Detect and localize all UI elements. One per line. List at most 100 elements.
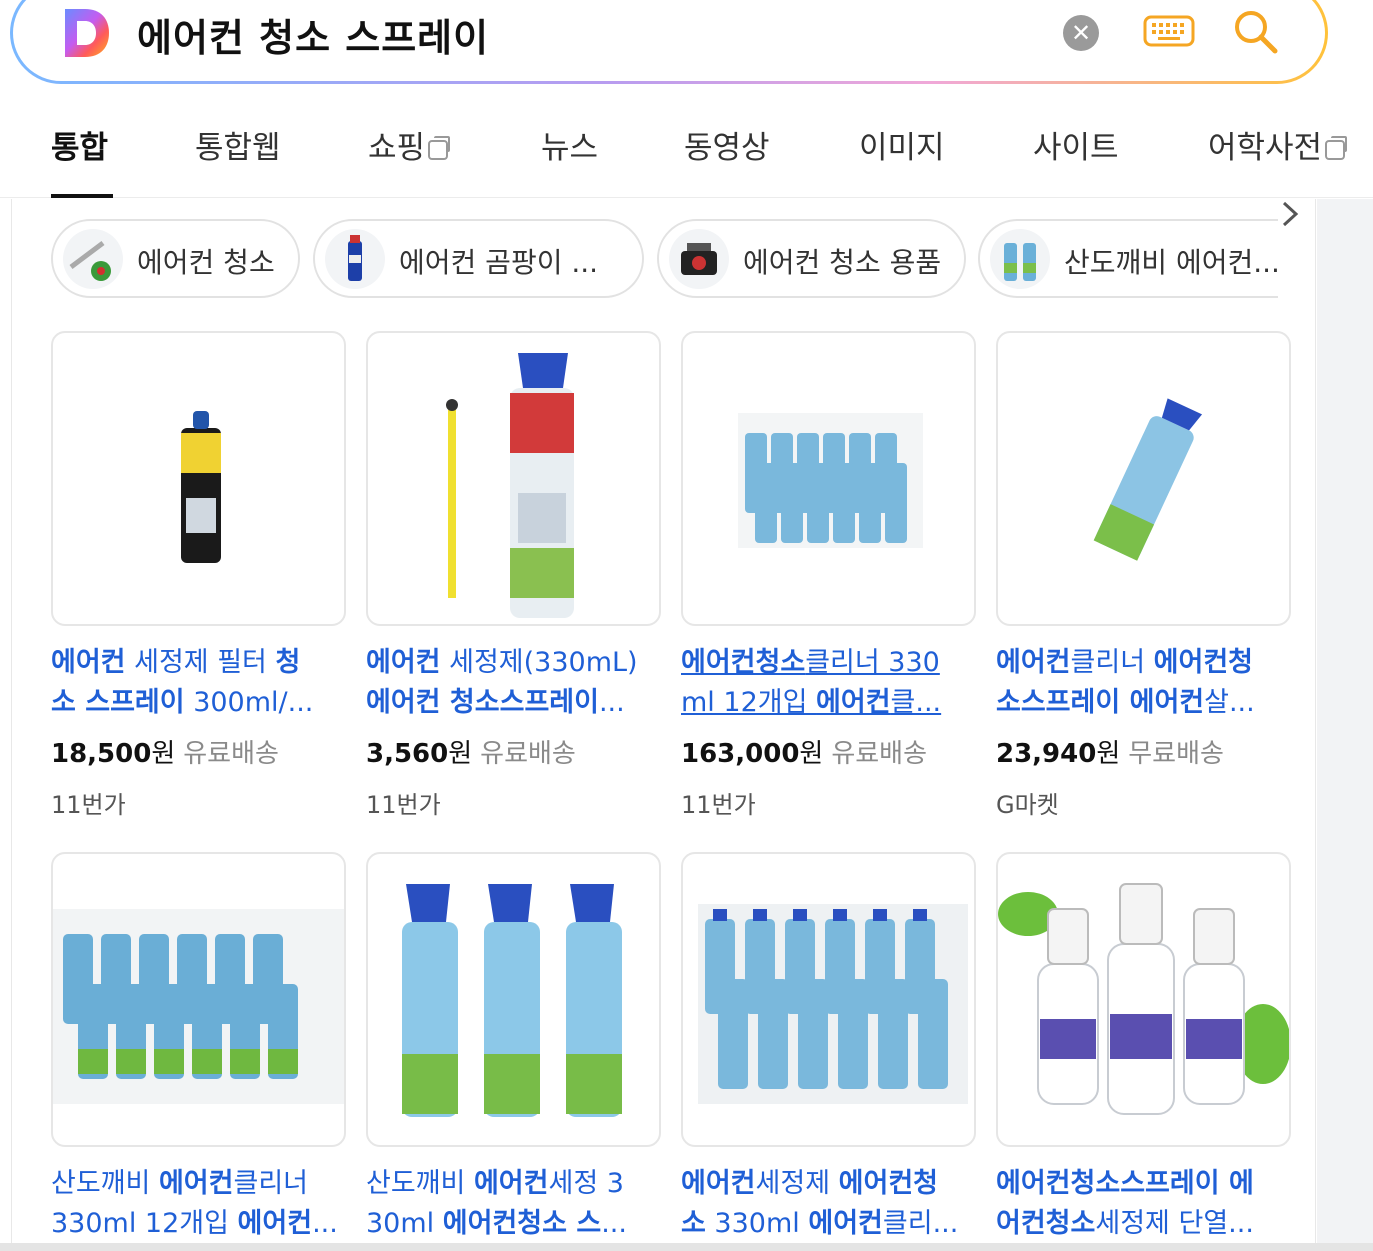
product-image[interactable] [996,852,1291,1147]
tab-label: 뉴스 [541,130,599,166]
daum-d-logo[interactable] [61,5,111,61]
currency: 원 [151,739,176,769]
product-title-line: 소스프레이 에어컨살... [996,687,1255,718]
shopping-results-panel: 에어컨 청소 에어컨 곰팡이 ... 에어컨 청소 용품 산도깨비 에어컨...… [11,199,1316,1251]
product-title[interactable]: 산도깨비 에어컨클리너 330ml 12개입 에어컨... [51,1164,356,1244]
tab-video[interactable]: 동영상 [684,122,770,167]
product-title[interactable]: 에어컨세정제 에어컨청 소 330ml 에어컨클리... [681,1164,986,1244]
related-chip[interactable]: 산도깨비 에어컨... [978,219,1278,298]
product-image[interactable] [681,852,976,1147]
product-title-line: 산도깨비 에어컨클리너 [51,1168,309,1199]
tab-label: 쇼핑 [368,130,426,166]
horizontal-scrollbar[interactable] [0,1243,1373,1251]
related-chip[interactable]: 에어컨 곰팡이 ... [313,219,644,298]
product-title[interactable]: 에어컨청소스프레이 에 어컨청소세정제 단열... [996,1164,1301,1244]
brush-tool-image [69,241,111,281]
product-title-line: 330ml 12개입 에어컨... [51,1208,338,1239]
currency: 원 [448,739,473,769]
chip-thumbnail [669,229,729,289]
three-cans-image [402,884,622,1117]
chip-label: 에어컨 청소 용품 [743,246,942,279]
chip-label: 산도깨비 에어컨... [1064,246,1278,279]
tab-images[interactable]: 이미지 [859,122,945,167]
shipping-label: 유료배송 [831,739,928,769]
product-title-line: 30ml 에어컨청소 스... [366,1208,627,1239]
active-tab-indicator [51,194,113,198]
tab-integrated-web[interactable]: 통합웹 [195,122,281,167]
external-link-icon [1325,135,1348,160]
trigger-spray-bottles-image [998,883,1289,1115]
tab-integrated[interactable]: 통합 [51,122,108,167]
product-title[interactable]: 에어컨 세정제(330mL) 에어컨 청소스프레이... [366,643,671,723]
single-can-image [181,411,221,563]
mall-name[interactable]: 11번가 [366,785,441,820]
search-icon[interactable] [1231,7,1281,57]
tab-sites[interactable]: 사이트 [1033,122,1119,167]
tab-shopping[interactable]: 쇼핑 [368,122,451,167]
shipping-label: 무료배송 [1128,739,1224,769]
tab-label: 동영상 [684,130,770,166]
product-title-line: 에어컨세정제 에어컨청 [681,1168,939,1199]
related-chip[interactable]: 에어컨 청소 [51,219,300,298]
product-price: 23,940 [996,739,1097,769]
related-chip[interactable]: 에어컨 청소 용품 [657,219,966,298]
product-image[interactable] [51,331,346,626]
product-title-line: 어컨청소세정제 단열... [996,1208,1254,1239]
product-price: 163,000 [681,739,800,769]
mall-name[interactable]: G마켓 [996,785,1059,820]
tab-label: 어학사전 [1208,130,1323,166]
product-price: 3,560 [366,739,449,769]
currency: 원 [799,739,824,769]
product-title[interactable]: 에어컨청소클리너 330 ml 12개입 에어컨클... [681,643,986,723]
product-title-line: 소 330ml 에어컨클리... [681,1208,959,1239]
search-bar: 에어컨 청소 스프레이 ✕ [10,0,1328,84]
shipping-label: 유료배송 [183,739,279,769]
currency: 원 [1096,739,1121,769]
price-line: 23,940원 무료배송 [996,733,1224,770]
chevron-right-icon[interactable] [1274,199,1304,229]
can-pack-image [698,904,968,1104]
tab-label: 통합웹 [195,130,281,166]
product-title-line: 에어컨 청소스프레이... [366,687,625,718]
mall-name[interactable]: 11번가 [681,785,756,820]
product-image[interactable] [51,852,346,1147]
product-title-line: 산도깨비 에어컨세정 3 [366,1168,624,1199]
clear-icon[interactable]: ✕ [1063,15,1099,51]
spray-can-image [348,235,362,281]
search-bar-inner: 에어컨 청소 스프레이 ✕ [13,0,1325,81]
product-image[interactable] [681,331,976,626]
product-title-line: 소 스프레이 300ml/... [51,687,314,718]
shipping-label: 유료배송 [480,739,576,769]
product-title[interactable]: 에어컨클리너 에어컨청 소스프레이 에어컨살... [996,643,1301,723]
external-link-icon [428,135,451,160]
page-gutter [1317,199,1373,1251]
price-line: 163,000원 유료배송 [681,733,927,770]
product-title-line: ml 12개입 에어컨클... [681,687,942,718]
can-pack-image [738,413,923,548]
price-line: 18,500원 유료배송 [51,733,279,770]
cleaning-machine-image [681,243,717,275]
chip-label: 에어컨 곰팡이 ... [399,246,599,279]
tab-label: 통합 [51,130,109,166]
tilted-can-image [1093,398,1203,561]
product-image[interactable] [996,331,1291,626]
tab-dictionary[interactable]: 어학사전 [1208,122,1348,167]
chip-thumbnail [325,229,385,289]
product-title[interactable]: 산도깨비 에어컨세정 3 30ml 에어컨청소 스... [366,1164,671,1244]
product-title-line: 에어컨 세정제 필터 청 [51,647,301,678]
chip-thumbnail [990,229,1050,289]
search-input[interactable]: 에어컨 청소 스프레이 [137,7,489,62]
mall-name[interactable]: 11번가 [51,785,126,820]
product-title-line: 에어컨 세정제(330mL) [366,647,638,678]
spray-can-pair-image [1004,243,1036,281]
keyboard-icon[interactable] [1143,15,1195,47]
product-title-line: 에어컨클리너 에어컨청 [996,647,1254,678]
chip-thumbnail [63,229,123,289]
product-price: 18,500 [51,739,152,769]
product-title[interactable]: 에어컨 세정제 필터 청 소 스프레이 300ml/... [51,643,356,723]
product-image[interactable] [366,852,661,1147]
tab-news[interactable]: 뉴스 [541,122,598,167]
product-image[interactable] [366,331,661,626]
product-title-line: 에어컨청소스프레이 에 [996,1168,1254,1199]
price-line: 3,560원 유료배송 [366,733,576,770]
